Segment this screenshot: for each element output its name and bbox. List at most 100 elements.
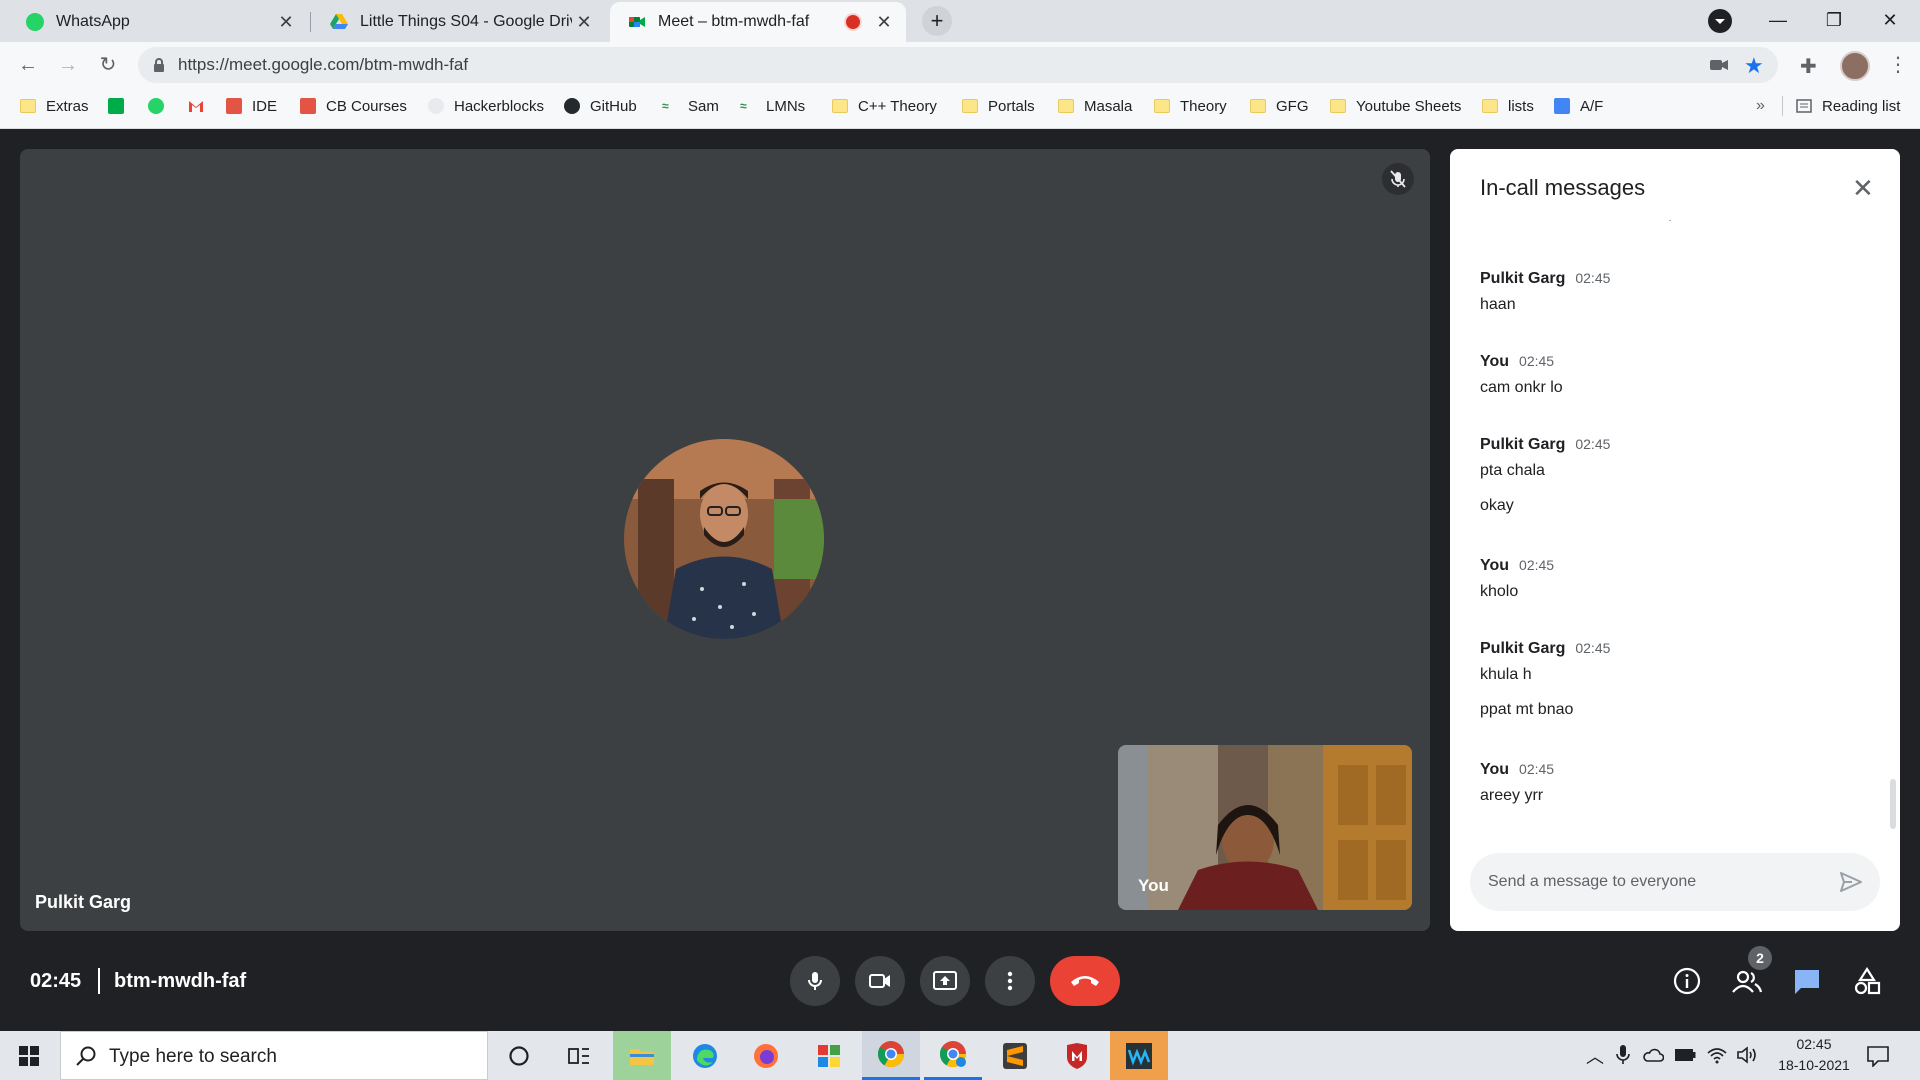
bookmark-cb-courses[interactable]: CB Courses [300,88,407,124]
close-window-icon[interactable]: ✕ [1862,0,1918,40]
bookmark-hackerblocks[interactable]: Hackerblocks [428,88,544,124]
more-bookmarks-icon[interactable]: » [1756,88,1765,124]
message-time: 02:45 [1519,557,1555,573]
gmail-icon [188,98,204,114]
forward-icon[interactable]: → [52,49,84,81]
bookmark-gmail[interactable] [188,88,214,124]
message-text: haan [1480,296,1516,313]
tab-whatsapp[interactable]: WhatsApp ✕ [8,2,308,42]
bookmark-whatsapp[interactable] [148,88,174,124]
google-meet-icon [628,13,646,31]
taskbar-search-box[interactable]: Type here to search [60,1031,488,1080]
windows-start-icon[interactable] [0,1031,58,1080]
search-icon [75,1045,97,1072]
task-view-icon[interactable] [550,1031,608,1080]
battery-icon[interactable] [1674,1048,1696,1067]
file-explorer-icon[interactable] [613,1031,671,1080]
camera-button[interactable] [855,956,905,1006]
back-icon[interactable]: ← [12,49,44,81]
participant-count-badge: 2 [1748,946,1772,970]
camera-in-use-icon[interactable] [1710,58,1728,77]
bookmark-meet[interactable] [108,88,134,124]
meeting-details-icon[interactable] [1665,959,1709,1003]
cortana-icon[interactable] [490,1031,548,1080]
chat-message: Pulkit Garg 02:45 khula h ppat mt bnao [1480,640,1610,719]
bookmark-cpp-theory[interactable]: C++ Theory [832,88,937,124]
address-bar[interactable]: https://meet.google.com/btm-mwdh-faf ★ [138,47,1778,83]
reading-list-label: Reading list [1822,97,1901,115]
bookmark-extras[interactable]: Extras [20,88,89,124]
bookmark-theory[interactable]: Theory [1154,88,1227,124]
chat-panel: In-call messages ✕ · Pulkit Garg 02:45 ha… [1450,149,1900,931]
chat-input-box[interactable]: Send a message to everyone [1470,853,1880,911]
chrome-profile-taskbar-icon[interactable] [924,1031,982,1080]
tab-google-drive[interactable]: Little Things S04 - Google Drive ✕ [312,2,606,42]
app-grid-icon[interactable] [800,1031,858,1080]
mcafee-icon[interactable] [1048,1031,1106,1080]
close-tab-icon[interactable]: ✕ [572,12,596,33]
extensions-icon[interactable]: ✚ [1800,54,1817,79]
browser-menu-icon[interactable]: ⋮ [1888,52,1908,77]
bookmark-gfg[interactable]: GFG [1250,88,1309,124]
folder-icon [20,99,36,113]
tab-search-icon[interactable] [1708,9,1732,33]
bookmark-label: lists [1508,97,1534,115]
close-tab-icon[interactable]: ✕ [872,12,896,33]
bookmark-label: Youtube Sheets [1356,97,1462,115]
present-screen-button[interactable] [920,956,970,1006]
more-options-button[interactable] [985,956,1035,1006]
bookmark-github[interactable]: GitHub [564,88,637,124]
url-text: https://meet.google.com/btm-mwdh-faf [178,55,469,74]
new-tab-icon[interactable]: + [922,6,952,36]
participant-name: Pulkit Garg [35,892,132,912]
bookmark-lists[interactable]: lists [1482,88,1534,124]
bookmark-lmns[interactable]: ≈ LMNs [740,88,805,124]
camera-icon [869,974,890,988]
bookmark-af[interactable]: A/F [1554,88,1603,124]
main-video-tile[interactable]: You Pulkit Garg [20,149,1430,931]
bookmark-sam[interactable]: ≈ Sam [662,88,719,124]
activities-icon[interactable] [1845,959,1889,1003]
chrome-taskbar-icon[interactable] [862,1031,920,1080]
message-sender: Pulkit Garg [1480,270,1566,287]
microphone-button[interactable] [790,956,840,1006]
edge-browser-icon[interactable] [676,1031,734,1080]
notifications-icon[interactable] [1866,1045,1890,1072]
reading-list-button[interactable]: Reading list [1796,88,1900,124]
minimize-window-icon[interactable]: — [1750,0,1806,40]
chat-icon[interactable] [1785,959,1829,1003]
message-text: areey yrr [1480,787,1544,804]
tab-google-meet[interactable]: Meet – btm-mwdh-faf ✕ [610,2,906,42]
close-chat-icon[interactable]: ✕ [1852,173,1874,204]
microphone-tray-icon[interactable] [1616,1044,1630,1071]
restore-window-icon[interactable]: ❐ [1806,0,1862,40]
taskbar-clock[interactable]: 02:45 18-10-2021 [1766,1034,1862,1076]
end-call-button[interactable] [1050,956,1120,1006]
windows-taskbar: Type here to search ︿ 02:45 18-10-2021 [0,1031,1920,1080]
bookmark-portals[interactable]: Portals [962,88,1035,124]
bookmark-ide[interactable]: IDE [226,88,277,124]
chat-title: In-call messages [1480,175,1646,200]
send-message-icon[interactable] [1838,869,1864,900]
firefox-icon[interactable] [737,1031,795,1080]
self-view-tile[interactable]: You [1118,745,1412,910]
wifi-icon[interactable] [1706,1045,1728,1070]
onedrive-icon[interactable] [1642,1047,1665,1068]
bookmark-star-icon[interactable]: ★ [1744,53,1764,79]
chat-scrollbar[interactable] [1890,779,1896,829]
sublime-text-icon[interactable] [986,1031,1044,1080]
message-sender: You [1480,761,1510,778]
bookmark-youtube-sheets[interactable]: Youtube Sheets [1330,88,1461,124]
profile-avatar[interactable] [1840,51,1870,81]
lock-icon[interactable] [152,57,166,78]
message-time: 02:45 [1575,640,1611,656]
volume-icon[interactable] [1736,1045,1758,1070]
bookmark-masala[interactable]: Masala [1058,88,1132,124]
github-icon [564,98,580,114]
bookmark-label: GitHub [590,97,637,115]
close-tab-icon[interactable]: ✕ [274,12,298,33]
bookmark-label: C++ Theory [858,97,937,115]
waves-app-icon[interactable] [1110,1031,1168,1080]
reload-icon[interactable]: ↻ [92,49,124,81]
show-hidden-icons-icon[interactable]: ︿ [1586,1043,1604,1069]
